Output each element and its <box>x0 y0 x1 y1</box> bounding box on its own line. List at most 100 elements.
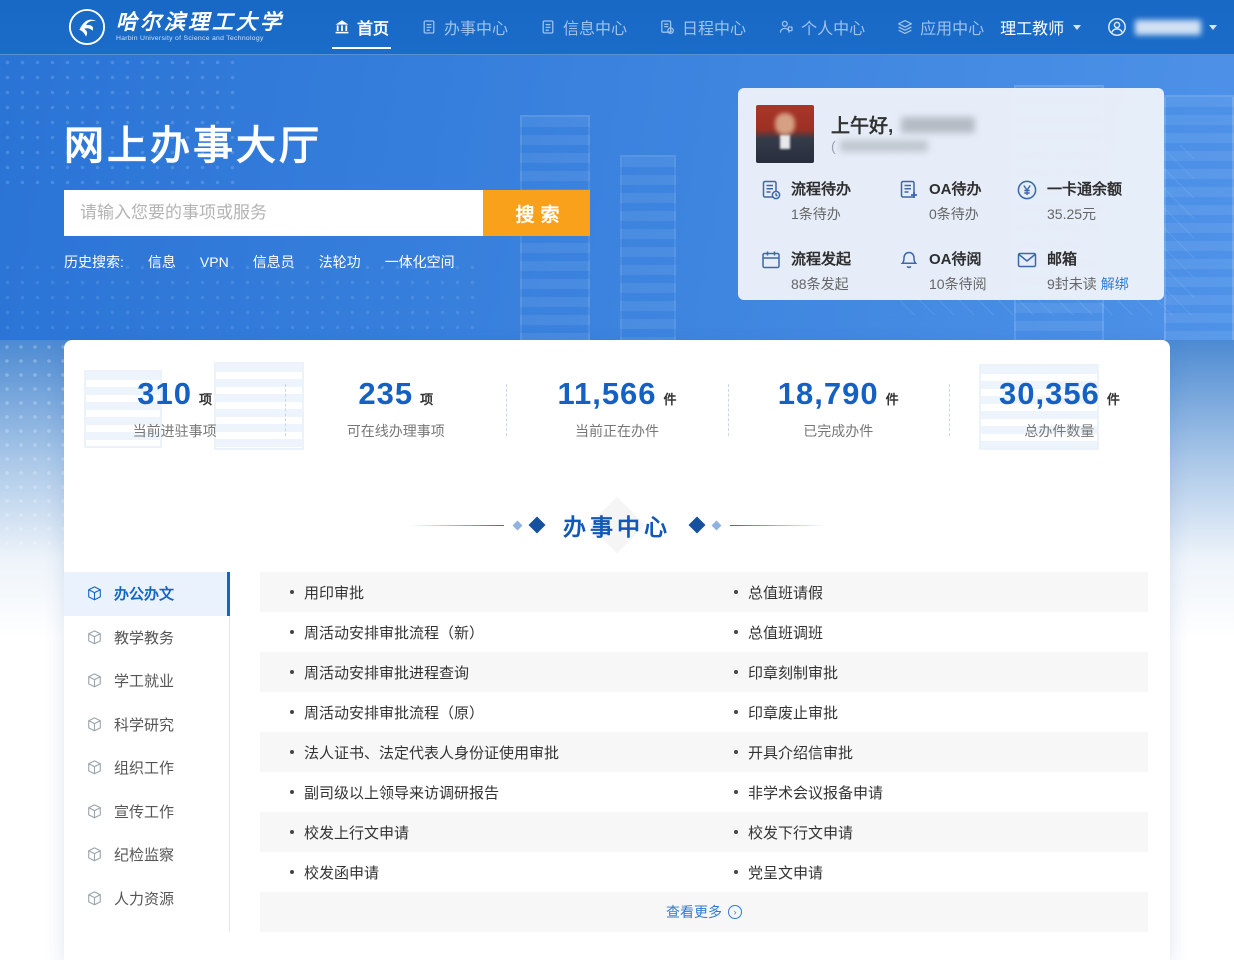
sidebar-item-office-documents[interactable]: 办公办文 <box>64 572 229 616</box>
main-nav: 首页 办事中心 信息中心 日程中心 个人中心 <box>318 0 1000 54</box>
service-link[interactable]: 用印审批 <box>260 582 704 603</box>
sidebar-item-publicity-work[interactable]: 宣传工作 <box>64 790 229 834</box>
sidebar-item-organization-work[interactable]: 组织工作 <box>64 746 229 790</box>
document-icon <box>421 19 437 35</box>
nav-label: 个人中心 <box>801 15 865 39</box>
nav-item-schedule-center[interactable]: 日程中心 <box>643 0 762 54</box>
university-name-en: Harbin University of Science and Technol… <box>116 36 284 43</box>
bell-icon <box>898 249 920 271</box>
nav-item-app-center[interactable]: 应用中心 <box>881 0 1000 54</box>
user-id-prefix: ( <box>831 138 836 154</box>
service-link[interactable]: 印章废止审批 <box>704 702 1148 723</box>
sidebar-item-student-employment[interactable]: 学工就业 <box>64 659 229 703</box>
stat-label: OA待阅 <box>929 248 987 269</box>
nav-item-home[interactable]: 首页 <box>318 0 405 54</box>
sidebar-item-scientific-research[interactable]: 科学研究 <box>64 703 229 747</box>
bullet-icon <box>734 790 738 794</box>
role-selector[interactable]: 理工教师 <box>1000 15 1081 39</box>
search-input[interactable] <box>64 190 483 236</box>
service-link[interactable]: 印章刻制审批 <box>704 662 1148 683</box>
service-link[interactable]: 副司级以上领导来访调研报告 <box>260 782 704 803</box>
service-link[interactable]: 法人证书、法定代表人身份证使用审批 <box>260 742 704 763</box>
university-emblem-icon <box>68 8 106 46</box>
document-clock-icon <box>659 19 675 35</box>
stat-oa-read[interactable]: OA待阅 10条待阅 <box>898 248 1016 294</box>
service-row: 周活动安排审批流程（新） 总值班调班 <box>260 612 1148 652</box>
sidebar-item-discipline-inspection[interactable]: 纪检监察 <box>64 833 229 877</box>
portal-stats-bar: 310项 当前进驻事项 235项 可在线办理事项 11,566件 当前正在办件 … <box>64 340 1170 460</box>
user-name-redacted <box>901 117 975 133</box>
service-label: 印章刻制审批 <box>748 662 838 683</box>
stat-number: 30,356 <box>999 376 1100 412</box>
stat-value: 9封未读 <box>1047 276 1097 292</box>
decorative-line <box>730 525 825 526</box>
diamond-icon <box>513 520 523 530</box>
bullet-icon <box>734 870 738 874</box>
stat-in-progress: 11,566件 当前正在办件 <box>506 376 727 460</box>
service-center-content: 办公办文 教学教务 学工就业 科学研究 组织工作 宣传工作 <box>64 572 1170 932</box>
stat-flow-todo[interactable]: 流程待办 1条待办 <box>760 178 898 224</box>
nav-label: 日程中心 <box>682 15 746 39</box>
service-link[interactable]: 周活动安排审批流程（新） <box>260 622 704 643</box>
stat-value: 1条待办 <box>791 204 851 224</box>
service-label: 总值班调班 <box>748 622 823 643</box>
unbind-link[interactable]: 解绑 <box>1101 276 1129 292</box>
history-link[interactable]: VPN <box>200 254 229 270</box>
stat-number: 235 <box>358 376 413 412</box>
service-row: 校发上行文申请 校发下行文申请 <box>260 812 1148 852</box>
nav-item-personal-center[interactable]: 个人中心 <box>762 0 881 54</box>
sidebar-item-teaching-affairs[interactable]: 教学教务 <box>64 616 229 660</box>
section-header: 办事中心 <box>64 508 1170 542</box>
bank-icon <box>334 19 350 35</box>
stat-flow-start[interactable]: 流程发起 88条发起 <box>760 248 898 294</box>
service-label: 总值班请假 <box>748 582 823 603</box>
stat-label: 当前进驻事项 <box>64 421 285 441</box>
main-content-card: 310项 当前进驻事项 235项 可在线办理事项 11,566件 当前正在办件 … <box>64 340 1170 960</box>
person-circle-icon <box>1107 17 1127 37</box>
service-link[interactable]: 党呈文申请 <box>704 862 1148 883</box>
service-link[interactable]: 总值班请假 <box>704 582 1148 603</box>
search-button[interactable]: 搜索 <box>483 190 590 236</box>
user-summary-card: 上午好, ( 流程待办 1条待办 <box>738 88 1164 300</box>
service-label: 印章废止审批 <box>748 702 838 723</box>
university-logo[interactable]: 哈尔滨理工大学 Harbin University of Science and… <box>68 8 284 46</box>
history-link[interactable]: 法轮功 <box>319 252 361 272</box>
service-link[interactable]: 开具介绍信审批 <box>704 742 1148 763</box>
user-menu[interactable] <box>1107 17 1217 37</box>
service-link[interactable]: 周活动安排审批流程（原） <box>260 702 704 723</box>
stat-oa-todo[interactable]: OA待办 0条待办 <box>898 178 1016 224</box>
stat-label: 流程发起 <box>791 248 851 269</box>
chevron-down-icon <box>1209 25 1217 30</box>
service-link[interactable]: 总值班调班 <box>704 622 1148 643</box>
stat-unit: 件 <box>886 392 899 407</box>
nav-item-info-center[interactable]: 信息中心 <box>524 0 643 54</box>
view-more-label: 查看更多 <box>666 902 722 922</box>
stat-unit: 件 <box>1107 392 1120 407</box>
history-link[interactable]: 信息 <box>148 252 176 272</box>
stat-mailbox[interactable]: 邮箱 9封未读解绑 <box>1016 248 1146 294</box>
search-history: 历史搜索: 信息 VPN 信息员 法轮功 一体化空间 <box>64 252 455 272</box>
stat-value: 10条待阅 <box>929 274 987 294</box>
service-link[interactable]: 非学术会议报备申请 <box>704 782 1148 803</box>
nav-item-service-center[interactable]: 办事中心 <box>405 0 524 54</box>
history-link[interactable]: 信息员 <box>253 252 295 272</box>
view-more-button[interactable]: 查看更多 › <box>260 892 1148 932</box>
service-link[interactable]: 校发上行文申请 <box>260 822 704 843</box>
stat-unit: 件 <box>664 392 677 407</box>
avatar[interactable] <box>756 105 814 163</box>
service-label: 周活动安排审批进程查询 <box>304 662 469 683</box>
service-link[interactable]: 周活动安排审批进程查询 <box>260 662 704 683</box>
history-label: 历史搜索: <box>64 252 124 272</box>
cube-icon <box>86 672 103 689</box>
service-link[interactable]: 校发下行文申请 <box>704 822 1148 843</box>
service-link[interactable]: 校发函申请 <box>260 862 704 883</box>
stat-total: 30,356件 总办件数量 <box>949 376 1170 460</box>
stat-label: 已完成办件 <box>728 421 949 441</box>
sidebar-item-human-resources[interactable]: 人力资源 <box>64 877 229 921</box>
stat-card-balance[interactable]: 一卡通余额 35.25元 <box>1016 178 1146 224</box>
stat-unit: 项 <box>420 392 433 407</box>
cube-icon <box>86 585 103 602</box>
search-bar: 搜索 <box>64 190 590 236</box>
calendar-icon <box>760 249 782 271</box>
history-link[interactable]: 一体化空间 <box>385 252 455 272</box>
